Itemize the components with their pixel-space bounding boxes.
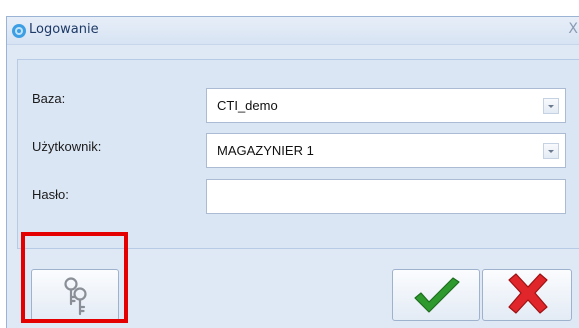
- title-bar[interactable]: Logowanie X: [7, 17, 579, 45]
- database-label: Baza:: [32, 91, 66, 106]
- close-button[interactable]: X: [568, 21, 578, 37]
- keys-icon: [64, 277, 87, 316]
- gear-blue-icon: [12, 24, 26, 38]
- checkmark-icon: [414, 277, 460, 313]
- cross-icon: [508, 273, 548, 314]
- user-select[interactable]: MAGAZYNIER 1: [206, 133, 566, 168]
- login-dialog: Logowanie X Baza: CTI_demo Użytkownik: M…: [6, 16, 579, 328]
- cancel-button[interactable]: [482, 269, 572, 321]
- ok-button[interactable]: [392, 269, 480, 321]
- window-title: Logowanie: [29, 22, 99, 37]
- password-input[interactable]: [206, 179, 566, 214]
- chevron-down-icon[interactable]: [543, 143, 559, 159]
- user-value: MAGAZYNIER 1: [217, 143, 314, 158]
- chevron-down-icon[interactable]: [543, 98, 559, 114]
- user-label: Użytkownik:: [32, 139, 102, 154]
- keys-button[interactable]: [31, 269, 119, 321]
- login-form: Baza: CTI_demo Użytkownik: MAGAZYNIER 1 …: [17, 59, 579, 249]
- password-label: Hasło:: [32, 187, 69, 202]
- database-value: CTI_demo: [217, 98, 278, 113]
- database-select[interactable]: CTI_demo: [206, 88, 566, 123]
